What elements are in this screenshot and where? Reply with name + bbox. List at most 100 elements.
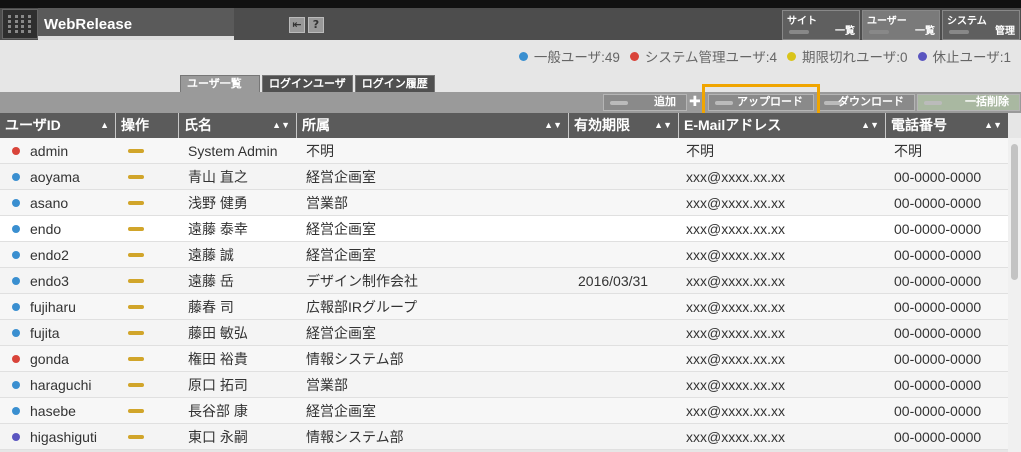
table-row[interactable]: endo 遠藤 泰幸 経営企画室 xxx@xxxx.xx.xx 00-0000-0000	[0, 216, 1008, 242]
tab-login-history[interactable]: ログイン履歴	[354, 75, 435, 92]
user-table-body: admin System Admin 不明 不明 不明 aoyama 青山 直之 経営企画室 x…	[0, 138, 1008, 450]
table-row[interactable]: endo2 遠藤 誠 経営企画室 xxx@xxxx.xx.xx 00-0000-0000	[0, 242, 1008, 268]
scrollbar-thumb[interactable]	[1011, 144, 1018, 280]
column-label: 電話番号	[891, 117, 947, 133]
sort-icon[interactable]: ▲▼	[544, 113, 562, 138]
download-button[interactable]: ダウンロード	[817, 94, 915, 111]
button-pill-icon	[924, 101, 942, 105]
sort-icon[interactable]: ▲▼	[861, 113, 879, 138]
nav-user-list-button[interactable]: ユーザー 一覧	[862, 10, 940, 40]
email-cell: xxx@xxxx.xx.xx	[686, 273, 785, 289]
department-cell: 経営企画室	[306, 169, 376, 185]
user-status-dot-icon	[12, 199, 20, 207]
column-header-userid[interactable]: ユーザID ▲	[0, 113, 116, 138]
table-row[interactable]: asano 浅野 健勇 営業部 xxx@xxxx.xx.xx 00-0000-0000	[0, 190, 1008, 216]
table-row[interactable]: haraguchi 原口 拓司 営業部 xxx@xxxx.xx.xx 00-0000-0…	[0, 372, 1008, 398]
user-id-cell[interactable]: endo	[30, 216, 61, 242]
user-id-cell[interactable]: gonda	[30, 346, 69, 372]
edit-operation-icon[interactable]	[128, 435, 144, 439]
user-id-cell[interactable]: admin	[30, 138, 68, 164]
edit-operation-icon[interactable]	[128, 201, 144, 205]
user-id-cell[interactable]: endo3	[30, 268, 69, 294]
nav-system-admin-button[interactable]: システム 管理	[942, 10, 1020, 40]
table-row[interactable]: gonda 権田 裕貴 情報システム部 xxx@xxxx.xx.xx 00-0000-0…	[0, 346, 1008, 372]
phone-cell: 00-0000-0000	[894, 273, 982, 289]
department-cell: 営業部	[306, 195, 348, 211]
edit-operation-icon[interactable]	[128, 175, 144, 179]
user-id-cell[interactable]: asano	[30, 190, 68, 216]
exit-icon[interactable]: ⇤	[289, 17, 305, 33]
column-header-operation: 操作	[116, 113, 179, 138]
user-id-cell[interactable]: fujiharu	[30, 294, 76, 320]
help-icon[interactable]: ?	[308, 17, 324, 33]
department-cell: 経営企画室	[306, 403, 376, 419]
user-name-cell: 浅野 健勇	[188, 195, 248, 211]
user-id-cell[interactable]: fujita	[30, 320, 60, 346]
email-cell: xxx@xxxx.xx.xx	[686, 299, 785, 315]
tab-user-list[interactable]: ユーザ一覧	[180, 75, 260, 92]
edit-operation-icon[interactable]	[128, 149, 144, 153]
column-header-department[interactable]: 所属 ▲▼	[297, 113, 569, 138]
edit-operation-icon[interactable]	[128, 357, 144, 361]
bulk-delete-button[interactable]: 一括削除	[917, 94, 1020, 111]
edit-operation-icon[interactable]	[128, 305, 144, 309]
phone-cell: 00-0000-0000	[894, 403, 982, 419]
edit-operation-icon[interactable]	[128, 227, 144, 231]
suspended-user-dot-icon	[917, 51, 927, 61]
tab-login-users[interactable]: ログインユーザ	[262, 75, 353, 92]
sort-icon[interactable]: ▲▼	[984, 113, 1002, 138]
email-cell: xxx@xxxx.xx.xx	[686, 325, 785, 341]
department-cell: 情報システム部	[306, 429, 404, 445]
legend-general-users: 一般ユーザ:49	[518, 46, 620, 66]
user-name-cell: 遠藤 岳	[188, 273, 234, 289]
vertical-scrollbar[interactable]	[1008, 138, 1021, 452]
table-row[interactable]: admin System Admin 不明 不明 不明	[0, 138, 1008, 164]
column-label: 操作	[121, 117, 149, 133]
edit-operation-icon[interactable]	[128, 279, 144, 283]
edit-operation-icon[interactable]	[128, 383, 144, 387]
phone-cell: 00-0000-0000	[894, 299, 982, 315]
table-row[interactable]: endo3 遠藤 岳 デザイン制作会社 2016/03/31 xxx@xxxx.xx.x…	[0, 268, 1008, 294]
user-name-cell: System Admin	[188, 143, 278, 159]
table-row[interactable]: hasebe 長谷部 康 経営企画室 xxx@xxxx.xx.xx 00-0000-00…	[0, 398, 1008, 424]
user-id-cell[interactable]: hasebe	[30, 398, 76, 424]
top-strip	[0, 0, 1021, 8]
nav-user-sublabel: 一覧	[915, 26, 935, 37]
user-name-cell: 藤春 司	[188, 299, 234, 315]
user-name-cell: 藤田 敏弘	[188, 325, 248, 341]
nav-system-label: システム	[947, 16, 987, 27]
user-name-cell: 遠藤 誠	[188, 247, 234, 263]
phone-cell: 00-0000-0000	[894, 325, 982, 341]
column-header-name[interactable]: 氏名 ▲▼	[179, 113, 297, 138]
table-row[interactable]: fujita 藤田 敏弘 経営企画室 xxx@xxxx.xx.xx 00-0000-00…	[0, 320, 1008, 346]
edit-operation-icon[interactable]	[128, 409, 144, 413]
nav-site-list-button[interactable]: サイト 一覧	[782, 10, 860, 40]
table-row[interactable]: aoyama 青山 直之 経営企画室 xxx@xxxx.xx.xx 00-0000-00…	[0, 164, 1008, 190]
nav-site-sublabel: 一覧	[835, 26, 855, 37]
edit-operation-icon[interactable]	[128, 331, 144, 335]
user-id-cell[interactable]: aoyama	[30, 164, 80, 190]
column-header-phone[interactable]: 電話番号 ▲▼	[886, 113, 1008, 138]
sort-asc-icon[interactable]: ▲	[100, 113, 109, 138]
column-header-expiry[interactable]: 有効期限 ▲▼	[569, 113, 679, 138]
sort-icon[interactable]: ▲▼	[654, 113, 672, 138]
add-button[interactable]: 追加	[603, 94, 687, 111]
sort-icon[interactable]: ▲▼	[272, 113, 290, 138]
legend-suspended-users: 休止ユーザ:1	[917, 46, 1011, 66]
user-id-cell[interactable]: haraguchi	[30, 372, 92, 398]
user-id-cell[interactable]: higashiguti	[30, 424, 97, 450]
app-logo-icon[interactable]	[2, 9, 38, 39]
user-name-cell: 長谷部 康	[188, 403, 248, 419]
table-row[interactable]: higashiguti 東口 永嗣 情報システム部 xxx@xxxx.xx.xx 00-…	[0, 424, 1008, 450]
edit-operation-icon[interactable]	[128, 253, 144, 257]
bulk-delete-button-label: 一括削除	[965, 96, 1009, 108]
nav-system-sublabel: 管理	[995, 26, 1015, 37]
table-row[interactable]: fujiharu 藤春 司 広報部IRグループ xxx@xxxx.xx.xx 00-00…	[0, 294, 1008, 320]
user-tabs: ユーザ一覧 ログインユーザ ログイン履歴	[180, 75, 435, 92]
column-header-email[interactable]: E-Mailアドレス ▲▼	[679, 113, 886, 138]
department-cell: 情報システム部	[306, 351, 404, 367]
legend-admin-users: システム管理ユーザ:4	[629, 46, 777, 66]
legend-label: 期限切れユーザ:0	[802, 50, 908, 65]
user-id-cell[interactable]: endo2	[30, 242, 69, 268]
nav-pill-icon	[949, 30, 969, 34]
